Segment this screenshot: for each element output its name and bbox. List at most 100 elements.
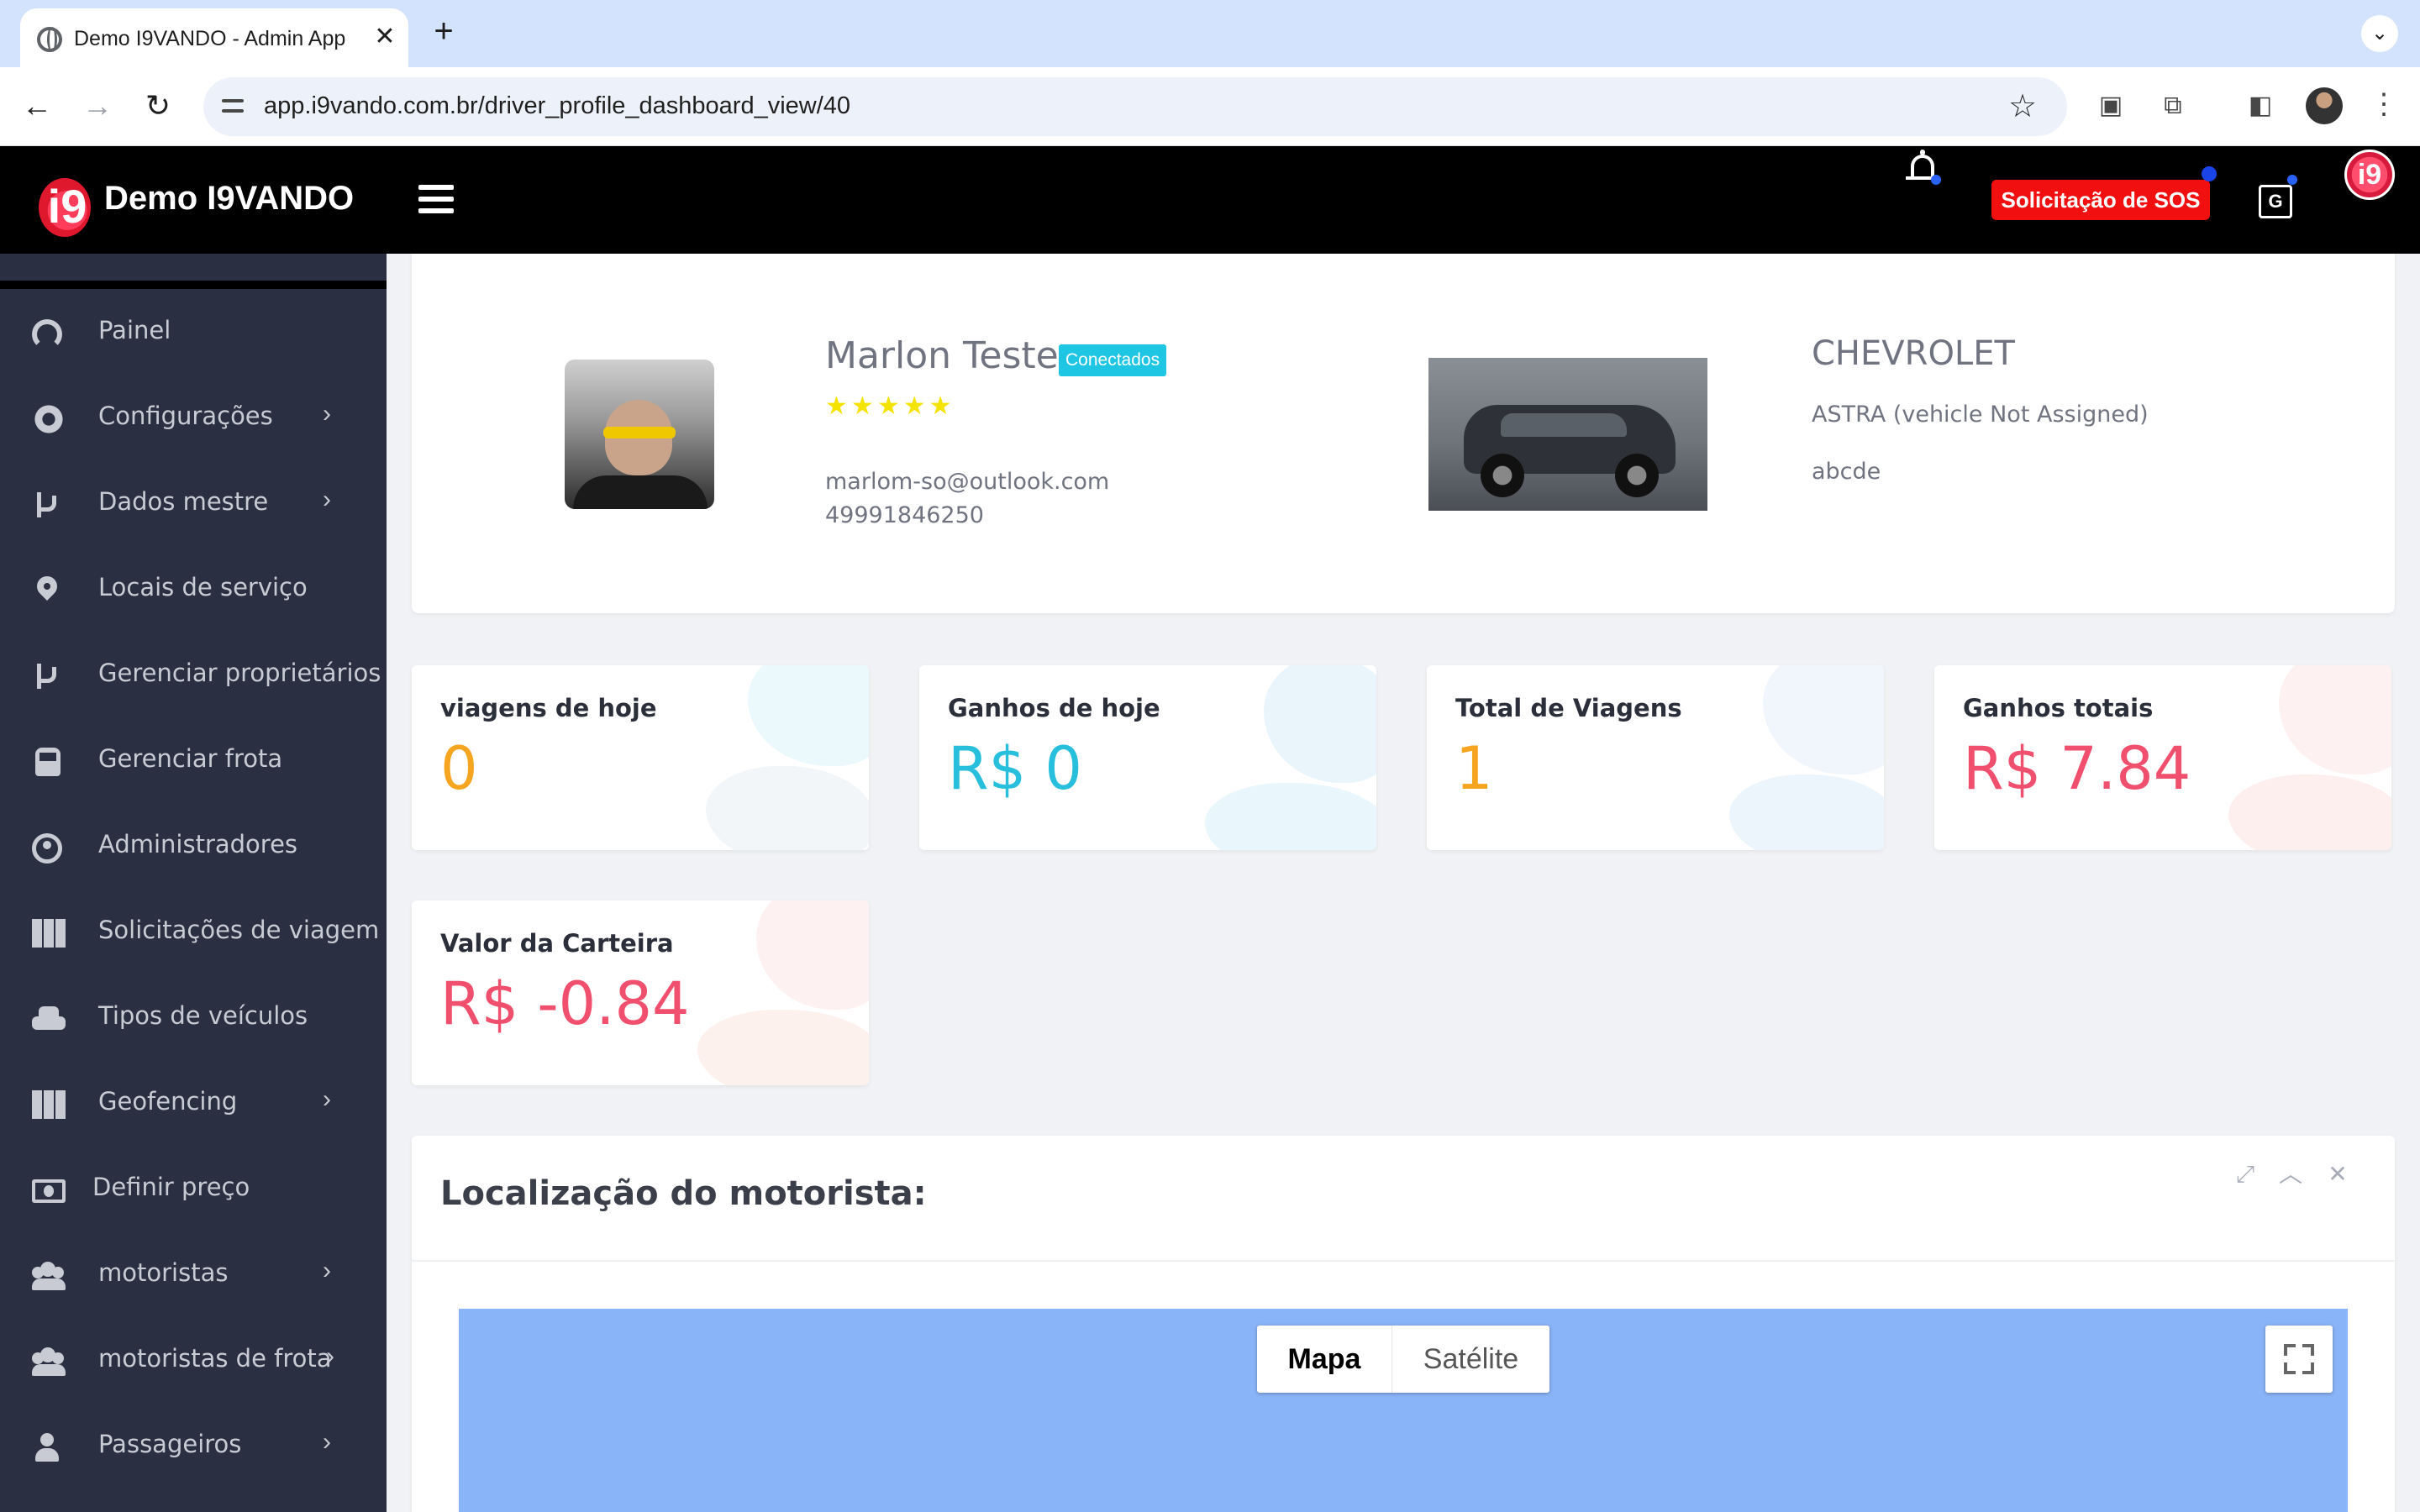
sidebar-item-administradores[interactable]: Administradores	[0, 805, 387, 889]
sidebar-item-painel[interactable]: Painel	[0, 291, 387, 375]
sidebar-item-label: Definir preço	[92, 1173, 250, 1201]
reload-icon[interactable]: ↻	[138, 86, 178, 126]
map-fullscreen-button[interactable]	[2265, 1326, 2333, 1393]
sidebar-item-label: Painel	[98, 316, 171, 344]
url-text[interactable]: app.i9vando.com.br/driver_profile_dashbo…	[264, 92, 850, 120]
driver-email: marlom-so@outlook.com	[825, 469, 1110, 495]
sidebar-item-label: Configurações	[98, 402, 273, 430]
bus-icon	[35, 748, 60, 776]
tab-search-button[interactable]: ⌄	[2361, 15, 2398, 52]
stat-value: R$ 0	[948, 734, 1082, 803]
sidebar-item-label: Geofencing	[98, 1087, 238, 1116]
user-circle-icon	[32, 833, 62, 864]
browser-profile-avatar[interactable]	[2306, 87, 2343, 124]
stat-label: Ganhos de hoje	[948, 694, 1160, 722]
sidebar: Painel Configurações › Dados mestre › Lo…	[0, 254, 387, 1512]
forward-arrow-icon[interactable]: →	[77, 86, 118, 126]
sidebar-item-label: Solicitações de viagem	[98, 916, 380, 944]
sidebar-item-geofencing[interactable]: Geofencing ›	[0, 1062, 387, 1146]
extensions-puzzle-icon[interactable]: ⧉	[2154, 87, 2191, 124]
sidebar-item-motoristas-de-frota[interactable]: motoristas de frota ›	[0, 1319, 387, 1403]
main-content: Marlon Teste Conectados ★ ★ ★ ★ ★ marlom-so@…	[387, 254, 2420, 1512]
money-bill-icon	[32, 1179, 66, 1203]
sidebar-item-motoristas[interactable]: motoristas ›	[0, 1233, 387, 1317]
stat-label: Ganhos totais	[1963, 694, 2154, 722]
driver-location-card: Localização do motorista: ⤢ ︿ ✕ Mapa Sat…	[412, 1136, 2395, 1512]
sidebar-item-label: Dados mestre	[98, 487, 269, 516]
close-icon[interactable]: ✕	[2323, 1159, 2353, 1189]
brand-logo[interactable]: i9	[37, 178, 94, 237]
new-tab-button[interactable]: +	[427, 14, 460, 49]
browser-tab[interactable]: Demo I9VANDO - Admin App ✕	[20, 8, 408, 67]
sidebar-item-passageiros[interactable]: Passageiros ›	[0, 1404, 387, 1488]
dashboard-icon	[32, 319, 62, 349]
notification-bell-icon[interactable]	[1904, 150, 1941, 188]
collapse-chevron-up-icon[interactable]: ︿	[2275, 1159, 2306, 1189]
map-type-control: Mapa Satélite	[1257, 1326, 1549, 1393]
driver-phone: 49991846250	[825, 502, 984, 528]
sidebar-divider	[0, 281, 387, 289]
stat-value: 0	[440, 734, 478, 803]
chevron-right-icon: ›	[323, 486, 331, 513]
tab-close-icon[interactable]: ✕	[370, 22, 400, 52]
sidebar-item-label: Gerenciar proprietários	[98, 659, 381, 687]
site-settings-icon[interactable]	[222, 97, 244, 116]
stat-card-earnings-today: Ganhos de hoje R$ 0	[919, 665, 1376, 850]
card-divider	[412, 1260, 2395, 1262]
sidebar-item-label: Tipos de veículos	[98, 1001, 308, 1030]
chevron-right-icon: ›	[323, 400, 331, 428]
sidebar-item-label: Passageiros	[98, 1430, 242, 1458]
sidebar-item-locais-de-servico[interactable]: Locais de serviço	[0, 548, 387, 632]
brand-name: Demo I9VANDO	[104, 180, 355, 217]
driver-rating: ★ ★ ★ ★ ★	[825, 393, 955, 420]
driver-profile-card: Marlon Teste Conectados ★ ★ ★ ★ ★ marlom-so@…	[412, 254, 2395, 613]
logo-glyph: i9	[47, 180, 87, 233]
driver-location-map[interactable]: Mapa Satélite	[459, 1309, 2348, 1512]
vehicle-plate: abcde	[1812, 459, 1881, 485]
sidebar-item-tipos-de-veiculos[interactable]: Tipos de veículos	[0, 976, 387, 1060]
sidebar-item-solicitacoes-de-viagem[interactable]: Solicitações de viagem	[0, 890, 387, 974]
map-type-map-button[interactable]: Mapa	[1257, 1326, 1392, 1393]
chevron-right-icon: ›	[323, 1257, 331, 1284]
vehicle-model: ASTRA (vehicle Not Assigned)	[1812, 402, 2149, 428]
sidebar-item-gerenciar-proprietarios[interactable]: Gerenciar proprietários	[0, 633, 387, 717]
stat-value: R$ 7.84	[1963, 734, 2191, 803]
user-icon	[35, 1433, 59, 1462]
sidebar-item-dados-mestre[interactable]: Dados mestre ›	[0, 462, 387, 546]
sidebar-item-gerenciar-frota[interactable]: Gerenciar frota	[0, 719, 387, 803]
stat-card-wallet: Valor da Carteira R$ -0.84	[412, 900, 869, 1085]
vehicle-photo	[1428, 358, 1707, 511]
sidebar-item-label: Gerenciar frota	[98, 744, 283, 773]
stat-value: 1	[1455, 734, 1493, 803]
address-bar[interactable]: app.i9vando.com.br/driver_profile_dashbo…	[203, 77, 2067, 136]
expand-icon[interactable]: ⤢	[2230, 1159, 2260, 1189]
sidebar-item-configuracoes[interactable]: Configurações ›	[0, 376, 387, 460]
star-icon: ★	[850, 392, 874, 420]
cast-icon[interactable]: ▣	[2092, 87, 2129, 124]
star-icon: ★	[876, 392, 900, 420]
chevron-right-icon: ›	[326, 1342, 334, 1370]
stat-label: viagens de hoje	[440, 694, 657, 722]
chevron-right-icon: ›	[323, 1428, 331, 1456]
hamburger-menu-icon[interactable]	[418, 185, 454, 213]
stat-label: Total de Viagens	[1455, 694, 1682, 722]
side-panel-icon[interactable]: ◧	[2242, 87, 2279, 124]
map-type-satellite-button[interactable]: Satélite	[1392, 1326, 1549, 1393]
users-icon	[32, 1347, 66, 1376]
map-icon	[32, 1090, 66, 1119]
code-branch-icon	[32, 662, 66, 690]
bookmark-star-icon[interactable]: ☆	[2008, 87, 2037, 126]
translate-icon[interactable]: G	[2259, 185, 2292, 218]
sidebar-item-label: motoristas	[98, 1258, 229, 1287]
sos-request-button[interactable]: Solicitação de SOS	[1991, 180, 2210, 220]
user-avatar[interactable]: i9	[2344, 150, 2395, 200]
browser-menu-icon[interactable]: ⋮	[2370, 87, 2398, 124]
vehicle-make: CHEVROLET	[1812, 334, 2015, 373]
chevron-right-icon: ›	[323, 1085, 331, 1113]
users-icon	[32, 1262, 66, 1290]
sidebar-item-label: motoristas de frota	[98, 1344, 332, 1373]
back-arrow-icon[interactable]: ←	[17, 86, 57, 126]
browser-tab-strip: Demo I9VANDO - Admin App ✕ + ⌄	[0, 0, 2420, 67]
globe-icon	[37, 27, 62, 52]
sidebar-item-definir-preco[interactable]: Definir preço	[0, 1147, 387, 1231]
